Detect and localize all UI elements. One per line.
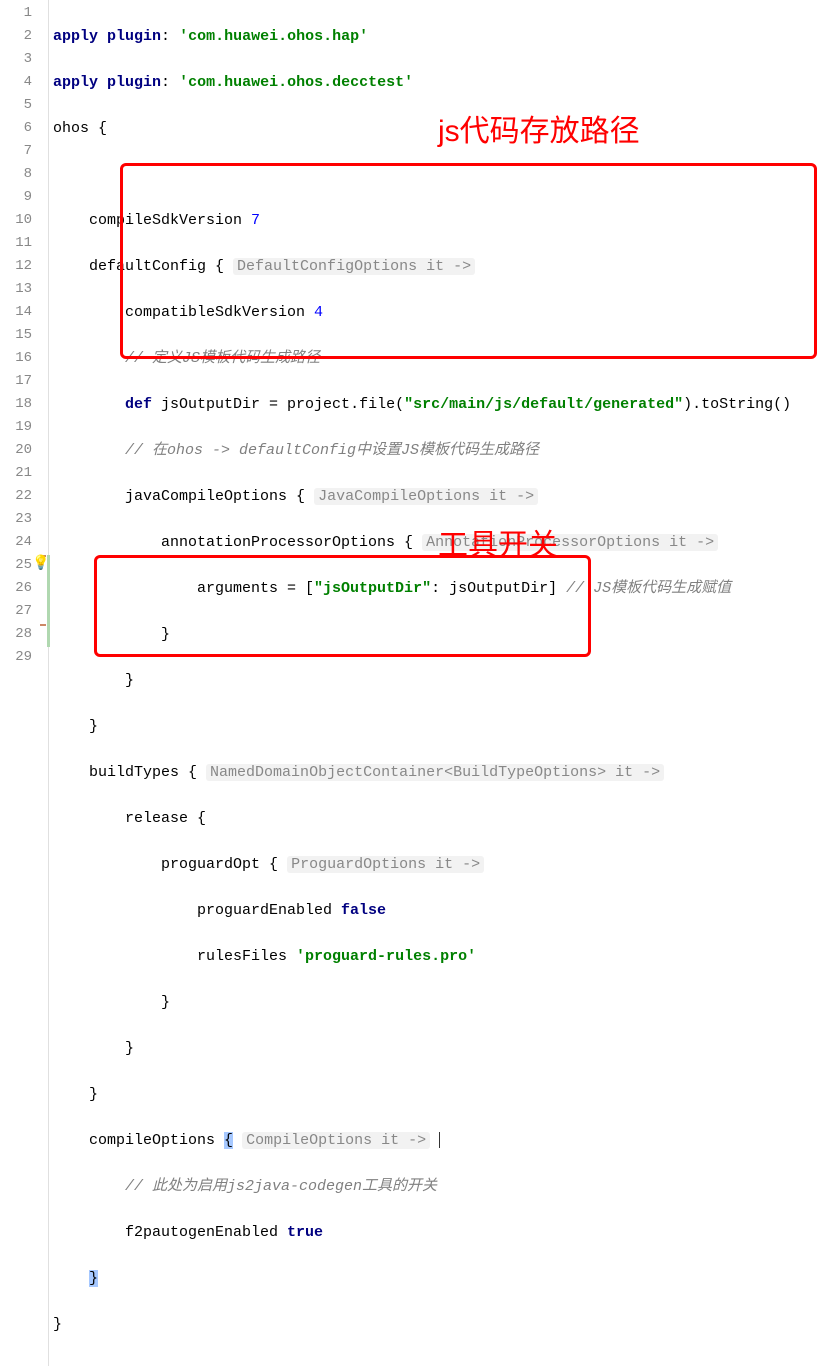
code-line[interactable]: ohos { bbox=[53, 117, 816, 140]
param-hint: AnnotationProcessorOptions it -> bbox=[422, 534, 718, 551]
line-number: 20 bbox=[6, 439, 32, 462]
line-number: 7 bbox=[6, 140, 32, 163]
code-editor[interactable]: 1 2 3 4 5 6 7 8 9 10 11 12 13 14 15 16 1… bbox=[0, 0, 820, 1366]
param-hint: JavaCompileOptions it -> bbox=[314, 488, 538, 505]
line-number: 9 bbox=[6, 186, 32, 209]
code-line[interactable]: } bbox=[53, 1267, 816, 1290]
code-line[interactable]: } bbox=[53, 1083, 816, 1106]
param-hint: ProguardOptions it -> bbox=[287, 856, 484, 873]
code-line[interactable]: compileSdkVersion 7 bbox=[53, 209, 816, 232]
param-hint: DefaultConfigOptions it -> bbox=[233, 258, 475, 275]
param-hint: NamedDomainObjectContainer<BuildTypeOpti… bbox=[206, 764, 664, 781]
code-line[interactable]: def jsOutputDir = project.file("src/main… bbox=[53, 393, 816, 416]
line-number: 8 bbox=[6, 163, 32, 186]
code-line[interactable]: } bbox=[53, 715, 816, 738]
code-line[interactable]: compatibleSdkVersion 4 bbox=[53, 301, 816, 324]
line-number: 16 bbox=[6, 347, 32, 370]
line-number: 19 bbox=[6, 416, 32, 439]
line-number: 21 bbox=[6, 462, 32, 485]
code-line[interactable]: apply plugin: 'com.huawei.ohos.decctest' bbox=[53, 71, 816, 94]
line-number: 1 bbox=[6, 2, 32, 25]
gutter: 1 2 3 4 5 6 7 8 9 10 11 12 13 14 15 16 1… bbox=[0, 0, 49, 1366]
line-number: 28 bbox=[6, 623, 32, 646]
param-hint: CompileOptions it -> bbox=[242, 1132, 430, 1149]
code-line[interactable]: proguardOpt { ProguardOptions it -> bbox=[53, 853, 816, 876]
code-area[interactable]: apply plugin: 'com.huawei.ohos.hap' appl… bbox=[49, 0, 820, 1366]
lightbulb-icon[interactable]: 💡 bbox=[32, 555, 49, 572]
brace-match: { bbox=[224, 1132, 233, 1149]
brace-match: } bbox=[89, 1270, 98, 1287]
line-number: 22 bbox=[6, 485, 32, 508]
code-line[interactable]: } bbox=[53, 669, 816, 692]
line-number: 11 bbox=[6, 232, 32, 255]
code-line[interactable]: } bbox=[53, 991, 816, 1014]
line-number: 14 bbox=[6, 301, 32, 324]
line-number: 3 bbox=[6, 48, 32, 71]
line-number: 12 bbox=[6, 255, 32, 278]
line-number: 4 bbox=[6, 71, 32, 94]
line-number: 29 bbox=[6, 646, 32, 669]
line-number: 10 bbox=[6, 209, 32, 232]
line-number: 18 bbox=[6, 393, 32, 416]
code-line[interactable]: compileOptions { CompileOptions it -> bbox=[53, 1129, 816, 1152]
caret bbox=[439, 1132, 440, 1148]
code-line[interactable]: } bbox=[53, 623, 816, 646]
code-line[interactable]: f2pautogenEnabled true bbox=[53, 1221, 816, 1244]
code-line[interactable]: proguardEnabled false bbox=[53, 899, 816, 922]
line-number: 27 bbox=[6, 600, 32, 623]
code-line[interactable]: // 定义JS模板代码生成路径 bbox=[53, 347, 816, 370]
gutter-tick bbox=[40, 624, 46, 626]
code-line[interactable]: rulesFiles 'proguard-rules.pro' bbox=[53, 945, 816, 968]
line-number: 23 bbox=[6, 508, 32, 531]
line-number: 15 bbox=[6, 324, 32, 347]
line-number: 13 bbox=[6, 278, 32, 301]
code-line[interactable] bbox=[53, 163, 816, 186]
code-line[interactable]: defaultConfig { DefaultConfigOptions it … bbox=[53, 255, 816, 278]
code-line[interactable]: } bbox=[53, 1037, 816, 1060]
line-number: 25 bbox=[6, 554, 32, 577]
code-line[interactable]: // 在ohos -> defaultConfig中设置JS模板代码生成路径 bbox=[53, 439, 816, 462]
line-number: 17 bbox=[6, 370, 32, 393]
code-line[interactable]: annotationProcessorOptions { AnnotationP… bbox=[53, 531, 816, 554]
line-number: 5 bbox=[6, 94, 32, 117]
code-line[interactable]: release { bbox=[53, 807, 816, 830]
code-line[interactable]: } bbox=[53, 1313, 816, 1336]
code-line[interactable]: arguments = ["jsOutputDir": jsOutputDir]… bbox=[53, 577, 816, 600]
line-number: 26 bbox=[6, 577, 32, 600]
code-line[interactable]: // 此处为启用js2java-codegen工具的开关 bbox=[53, 1175, 816, 1198]
line-number: 2 bbox=[6, 25, 32, 48]
line-number: 24 bbox=[6, 531, 32, 554]
code-line[interactable]: buildTypes { NamedDomainObjectContainer<… bbox=[53, 761, 816, 784]
code-line[interactable]: apply plugin: 'com.huawei.ohos.hap' bbox=[53, 25, 816, 48]
code-line[interactable]: javaCompileOptions { JavaCompileOptions … bbox=[53, 485, 816, 508]
line-number: 6 bbox=[6, 117, 32, 140]
